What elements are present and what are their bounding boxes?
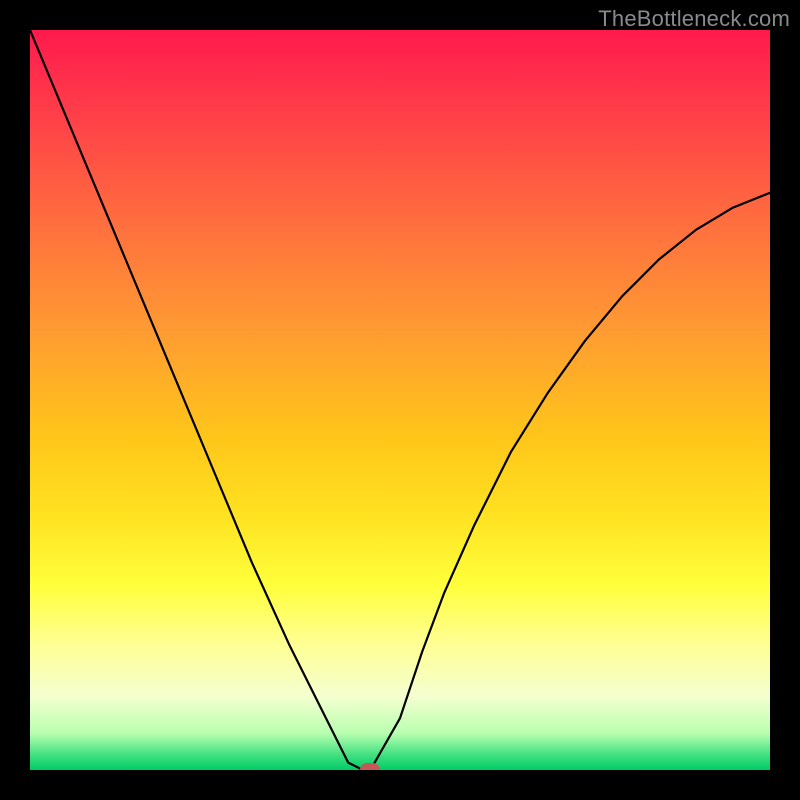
plot-area (30, 30, 770, 770)
chart-frame: TheBottleneck.com (0, 0, 800, 800)
curve-svg (30, 30, 770, 770)
curve-path (30, 30, 770, 770)
watermark-text: TheBottleneck.com (598, 6, 790, 32)
min-marker (360, 763, 380, 770)
